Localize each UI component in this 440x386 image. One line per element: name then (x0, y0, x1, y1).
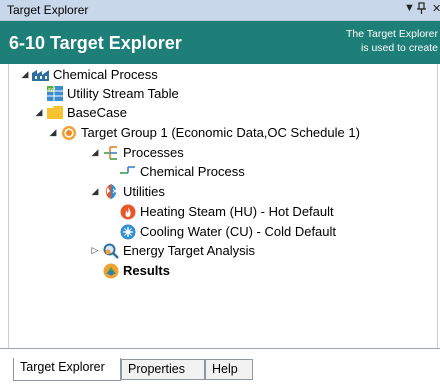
tree-label-cold-utility: Cooling Water (CU) - Cold Default (140, 224, 337, 239)
tree-label-results: Results (123, 263, 170, 278)
tree-label-process-item: Chemical Process (140, 164, 245, 179)
tree-label-energy-target: Energy Target Analysis (123, 243, 255, 258)
tab-properties[interactable]: Properties (121, 359, 205, 380)
chemical-process-icon (32, 67, 50, 83)
table-icon: xyz (46, 86, 64, 102)
tree-label-target-group: Target Group 1 (Economic Data,OC Schedul… (81, 125, 360, 140)
collapse-arrow-icon[interactable]: ◢ (88, 186, 102, 197)
header-description-line1: The Target Explorer (345, 28, 438, 40)
tree-label-processes: Processes (123, 145, 184, 160)
process-item-icon (119, 164, 137, 180)
results-icon (102, 263, 120, 279)
collapse-arrow-icon[interactable]: ◢ (18, 69, 32, 80)
collapse-arrow-icon[interactable]: ◢ (32, 107, 46, 118)
explorer-header: 6-10 Target Explorer The Target Explorer… (0, 21, 440, 64)
tree-label-utilities: Utilities (123, 184, 165, 199)
tree-label-utility-table: Utility Stream Table (67, 86, 179, 101)
utilities-icon (102, 184, 120, 200)
tree-node-basecase[interactable]: ◢ BaseCase (32, 103, 127, 122)
tree-node-cold-utility[interactable]: Cooling Water (CU) - Cold Default (119, 222, 336, 241)
header-description: The Target Explorer is used to create (306, 27, 440, 55)
processes-icon (102, 145, 120, 161)
tab-target-explorer[interactable]: Target Explorer (13, 358, 121, 381)
panel-title: Target Explorer (7, 3, 89, 17)
magnifier-icon (102, 243, 120, 259)
folder-icon (46, 105, 64, 121)
tree-label-root: Chemical Process (53, 67, 158, 82)
flame-icon (119, 204, 137, 220)
header-title: 6-10 Target Explorer (9, 33, 182, 53)
expand-arrow-icon[interactable]: ▷ (88, 245, 102, 256)
target-group-icon (60, 125, 78, 141)
snowflake-icon (119, 224, 137, 240)
dropdown-icon[interactable]: ▼ (404, 2, 415, 14)
pin-icon[interactable] (417, 2, 426, 17)
tree-node-processes[interactable]: ◢ Processes (88, 143, 184, 162)
panel-titlebar: Target Explorer ▼ ✕ (0, 0, 440, 21)
tree-label-basecase: BaseCase (67, 105, 127, 120)
header-description-line2: is used to create (360, 42, 438, 54)
tree-node-process-item[interactable]: Chemical Process (119, 162, 245, 181)
tree-node-hot-utility[interactable]: Heating Steam (HU) - Hot Default (119, 202, 334, 221)
tab-help[interactable]: Help (205, 359, 253, 380)
tree-label-hot-utility: Heating Steam (HU) - Hot Default (140, 204, 334, 219)
collapse-arrow-icon[interactable]: ◢ (46, 127, 60, 138)
target-tree[interactable]: ◢ Chemical Process xyz Utility Stream Ta… (8, 64, 438, 348)
close-icon[interactable]: ✕ (432, 2, 440, 15)
tree-node-energy-target[interactable]: ▷ Energy Target Analysis (88, 241, 255, 260)
svg-text:xyz: xyz (48, 87, 56, 93)
collapse-arrow-icon[interactable]: ◢ (88, 147, 102, 158)
tree-node-results[interactable]: Results (102, 261, 170, 280)
bottom-tab-bar: Target Explorer Properties Help (0, 348, 440, 386)
tree-node-target-group[interactable]: ◢ Target Group 1 (Economic Data,OC Sched… (46, 123, 360, 142)
tree-node-root[interactable]: ◢ Chemical Process (18, 65, 158, 84)
tree-node-utilities[interactable]: ◢ Utilities (88, 182, 165, 201)
tree-node-utility-table[interactable]: xyz Utility Stream Table (32, 84, 179, 103)
